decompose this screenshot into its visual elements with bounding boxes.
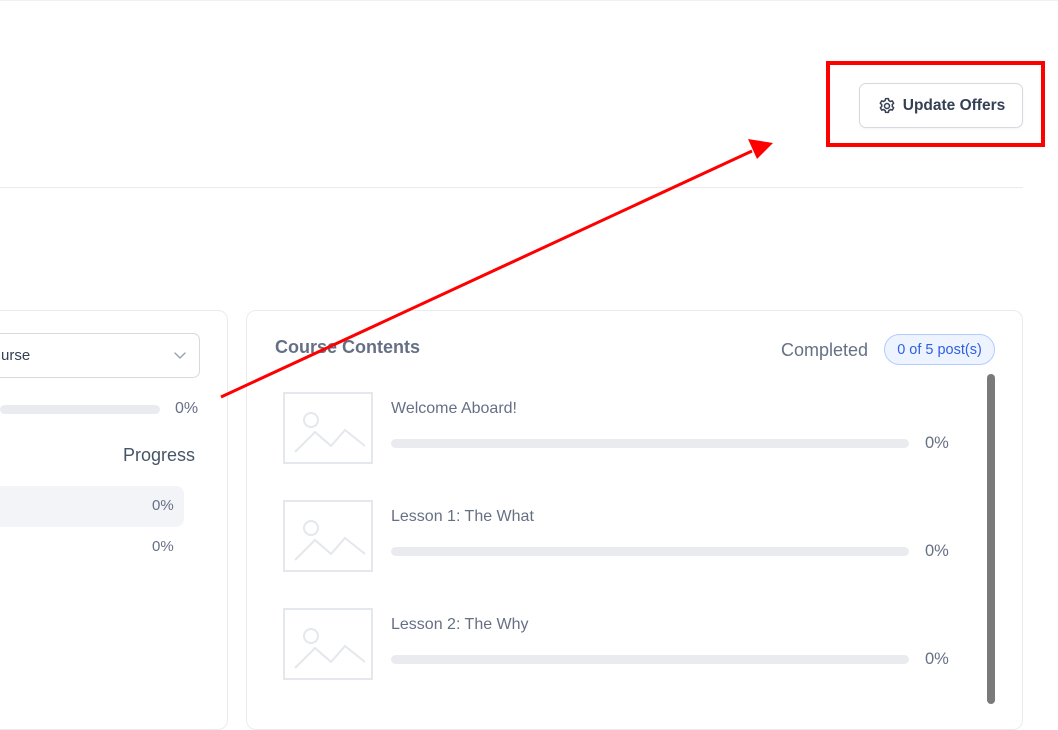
lesson-thumbnail	[283, 392, 373, 464]
header-divider	[0, 187, 1023, 188]
lesson-progress-bar	[391, 439, 909, 448]
chevron-down-icon	[174, 352, 186, 359]
course-select[interactable]: urse	[0, 333, 200, 378]
lesson-thumbnail	[283, 500, 373, 572]
scrollbar[interactable]	[987, 374, 995, 704]
completed-count-text: 0 of 5 post(s)	[897, 341, 982, 358]
image-placeholder-icon	[294, 628, 366, 669]
image-placeholder-icon	[294, 412, 366, 453]
annotation-highlight-box	[826, 61, 1045, 147]
lesson-progress-percent: 0%	[925, 434, 949, 452]
top-border	[0, 0, 1058, 1]
lesson-progress-percent: 0%	[925, 542, 949, 560]
row-progress-percent: 0%	[152, 497, 174, 514]
overall-progress-bar	[0, 405, 160, 414]
course-contents-title: Course Contents	[275, 337, 421, 357]
image-placeholder-icon	[294, 520, 366, 561]
lesson-title[interactable]: Lesson 1: The What	[391, 508, 534, 526]
lesson-title[interactable]: Welcome Aboard!	[391, 400, 517, 418]
lesson-progress-percent: 0%	[925, 650, 949, 668]
lesson-progress-bar	[391, 547, 909, 556]
lesson-progress-bar	[391, 655, 909, 664]
lesson-title[interactable]: Lesson 2: The Why	[391, 616, 529, 634]
progress-column-header: Progress	[123, 445, 196, 465]
completed-label: Completed	[781, 340, 869, 360]
course-select-value: urse	[1, 347, 31, 364]
completed-count-badge: 0 of 5 post(s)	[884, 334, 995, 365]
lesson-thumbnail	[283, 608, 373, 680]
overall-progress-percent: 0%	[175, 400, 199, 417]
row-progress-percent: 0%	[152, 538, 174, 555]
